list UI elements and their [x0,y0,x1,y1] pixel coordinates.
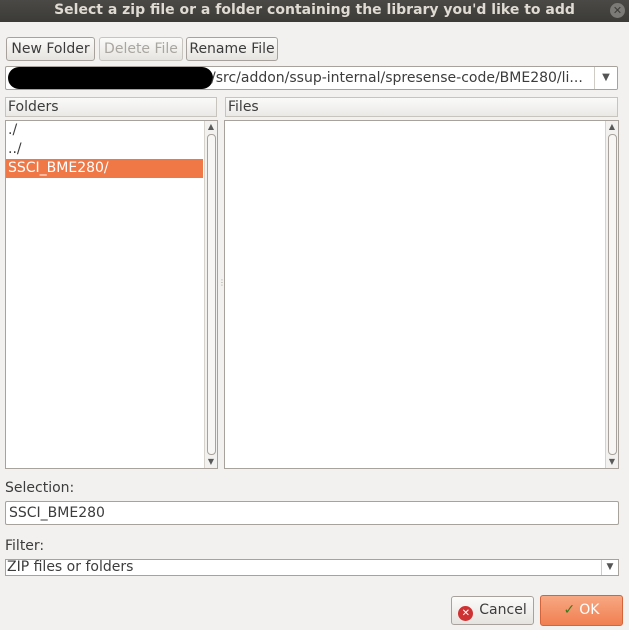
filter-label: Filter: [5,538,45,554]
scroll-down-icon[interactable]: ▼ [606,456,618,468]
selection-label: Selection: [5,480,75,496]
scroll-up-icon[interactable]: ▲ [606,121,618,133]
folders-column-header[interactable]: Folders [5,97,217,117]
folders-list[interactable]: ./ ../ SSCI_BME280/ ▲ ▼ [5,120,218,469]
folder-item-selected[interactable]: SSCI_BME280/ [6,159,203,178]
filter-value: ZIP files or folders [7,559,134,575]
redacted-path-segment [8,67,213,89]
filter-combo[interactable]: ZIP files or folders ▼ [5,559,619,576]
files-scrollbar[interactable]: ▲ ▼ [605,121,618,468]
selection-input[interactable]: SSCI_BME280 [5,501,619,525]
checkmark-icon: ✓ [563,602,576,618]
scroll-thumb[interactable] [608,134,617,455]
window-title-bar: Select a zip file or a folder containing… [0,0,629,22]
rename-file-button[interactable]: Rename File [186,37,278,61]
files-list[interactable]: ▲ ▼ [224,120,619,469]
new-folder-button[interactable]: New Folder [6,37,95,61]
path-text: /src/addon/ssup-internal/spresense-code/… [211,70,583,86]
path-combo[interactable]: /src/addon/ssup-internal/spresense-code/… [5,66,618,90]
cancel-icon: ✕ [458,606,474,621]
folders-scrollbar[interactable]: ▲ ▼ [204,121,217,468]
files-column-header[interactable]: Files [225,97,618,117]
folder-item[interactable]: ../ [6,140,203,159]
window-title: Select a zip file or a folder containing… [54,2,575,18]
close-icon[interactable]: ✕ [610,3,625,18]
chevron-down-icon[interactable]: ▼ [601,560,618,575]
ok-label: OK [579,602,600,618]
scroll-up-icon[interactable]: ▲ [205,121,217,133]
cancel-button[interactable]: ✕ Cancel [451,596,534,625]
delete-file-button[interactable]: Delete File [99,37,183,61]
cancel-label: Cancel [479,602,527,618]
scroll-thumb[interactable] [207,134,216,455]
ok-button[interactable]: ✓ OK [540,595,623,626]
chevron-down-icon[interactable]: ▼ [594,67,617,89]
scroll-down-icon[interactable]: ▼ [205,456,217,468]
folder-item[interactable]: ./ [6,121,203,140]
